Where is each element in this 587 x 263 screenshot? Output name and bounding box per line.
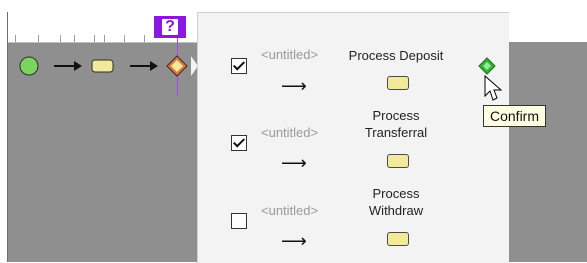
ruler: ? (8, 12, 198, 43)
row-checkbox-process-deposit[interactable] (231, 58, 247, 74)
diagram-canvas-right[interactable] (509, 42, 587, 262)
help-badge[interactable]: ? (154, 16, 186, 38)
mini-process-flow (19, 55, 198, 77)
task-icon[interactable] (387, 232, 409, 246)
process-withdraw-label: Process Withdraw (368, 186, 424, 218)
untitled-label: <untitled> (261, 125, 319, 140)
arrow-icon: ⟶ (281, 153, 307, 173)
arrow-icon: ⟶ (281, 231, 307, 251)
row-checkbox-process-transferral[interactable] (231, 135, 247, 151)
confirm-tooltip: Confirm (483, 105, 547, 127)
arrow-icon (130, 61, 158, 71)
process-transferral-label: Process Transferral (364, 108, 428, 140)
start-event-icon[interactable] (19, 56, 39, 76)
confirm-icon[interactable] (477, 56, 507, 106)
task-icon[interactable] (387, 154, 409, 168)
task-icon[interactable] (387, 76, 409, 90)
untitled-label: <untitled> (261, 47, 319, 62)
suggestion-panel: <untitled> Process Deposit ⟶ <untitled> … (197, 12, 510, 263)
ruler-right (509, 12, 587, 43)
question-mark: ? (162, 18, 178, 35)
process-deposit-label: Process Deposit (348, 48, 444, 63)
untitled-label: <untitled> (261, 203, 319, 218)
arrow-icon: ⟶ (281, 76, 307, 96)
arrow-icon (54, 61, 82, 71)
row-checkbox-process-withdraw[interactable] (231, 213, 247, 229)
mouse-cursor-icon (484, 74, 503, 101)
gateway-icon[interactable] (166, 55, 188, 77)
diagram-canvas-left[interactable]: ? (7, 12, 198, 262)
task-icon[interactable] (91, 59, 114, 73)
